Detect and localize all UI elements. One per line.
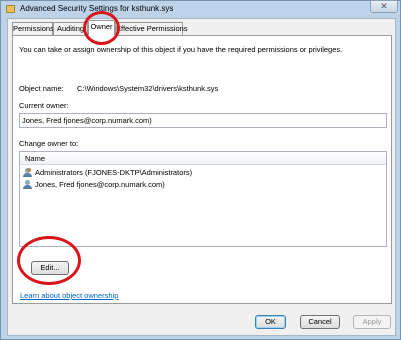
ok-button[interactable]: OK [255,315,286,329]
tab-effective-permissions[interactable]: Effective Permissions [115,22,188,35]
user-icon [23,180,32,189]
close-button[interactable]: ✕ [370,0,398,13]
list-item[interactable]: Jones, Fred fjones@corp.numark.com) [23,180,165,192]
list-item[interactable]: Administrators (FJONES-DKTP\Administrato… [23,168,192,180]
change-owner-label: Change owner to: [19,139,79,148]
cancel-button[interactable]: Cancel [300,315,340,329]
current-owner-value: Jones, Fred fjones@corp.numark.com) [22,116,152,125]
group-icon [23,168,32,177]
object-name-label: Object name: [19,84,64,93]
tab-permissions[interactable]: Permissions [12,22,54,35]
tab-owner[interactable]: Owner [88,20,115,36]
object-name-value: C:\Windows\System32\drivers\ksthunk.sys [77,84,219,93]
apply-button: Apply [353,315,391,329]
current-owner-field[interactable]: Jones, Fred fjones@corp.numark.com) [19,113,387,128]
learn-ownership-link[interactable]: Learn about object ownership [20,291,118,300]
owner-candidates-list[interactable]: Name Administrators (FJONES-DKTP\Adminis… [19,151,387,247]
list-item-label: Administrators (FJONES-DKTP\Administrato… [35,168,193,177]
edit-button-annotation-circle [17,236,81,285]
intro-text: You can take or assign ownership of this… [19,45,343,54]
list-item-label: Jones, Fred fjones@corp.numark.com) [35,180,165,189]
current-owner-label: Current owner: [19,101,69,110]
list-column-header-name[interactable]: Name [20,152,386,165]
list-header-label: Name [25,154,46,163]
title-bar: Advanced Security Settings for ksthunk.s… [1,0,400,17]
folder-icon [6,5,15,13]
